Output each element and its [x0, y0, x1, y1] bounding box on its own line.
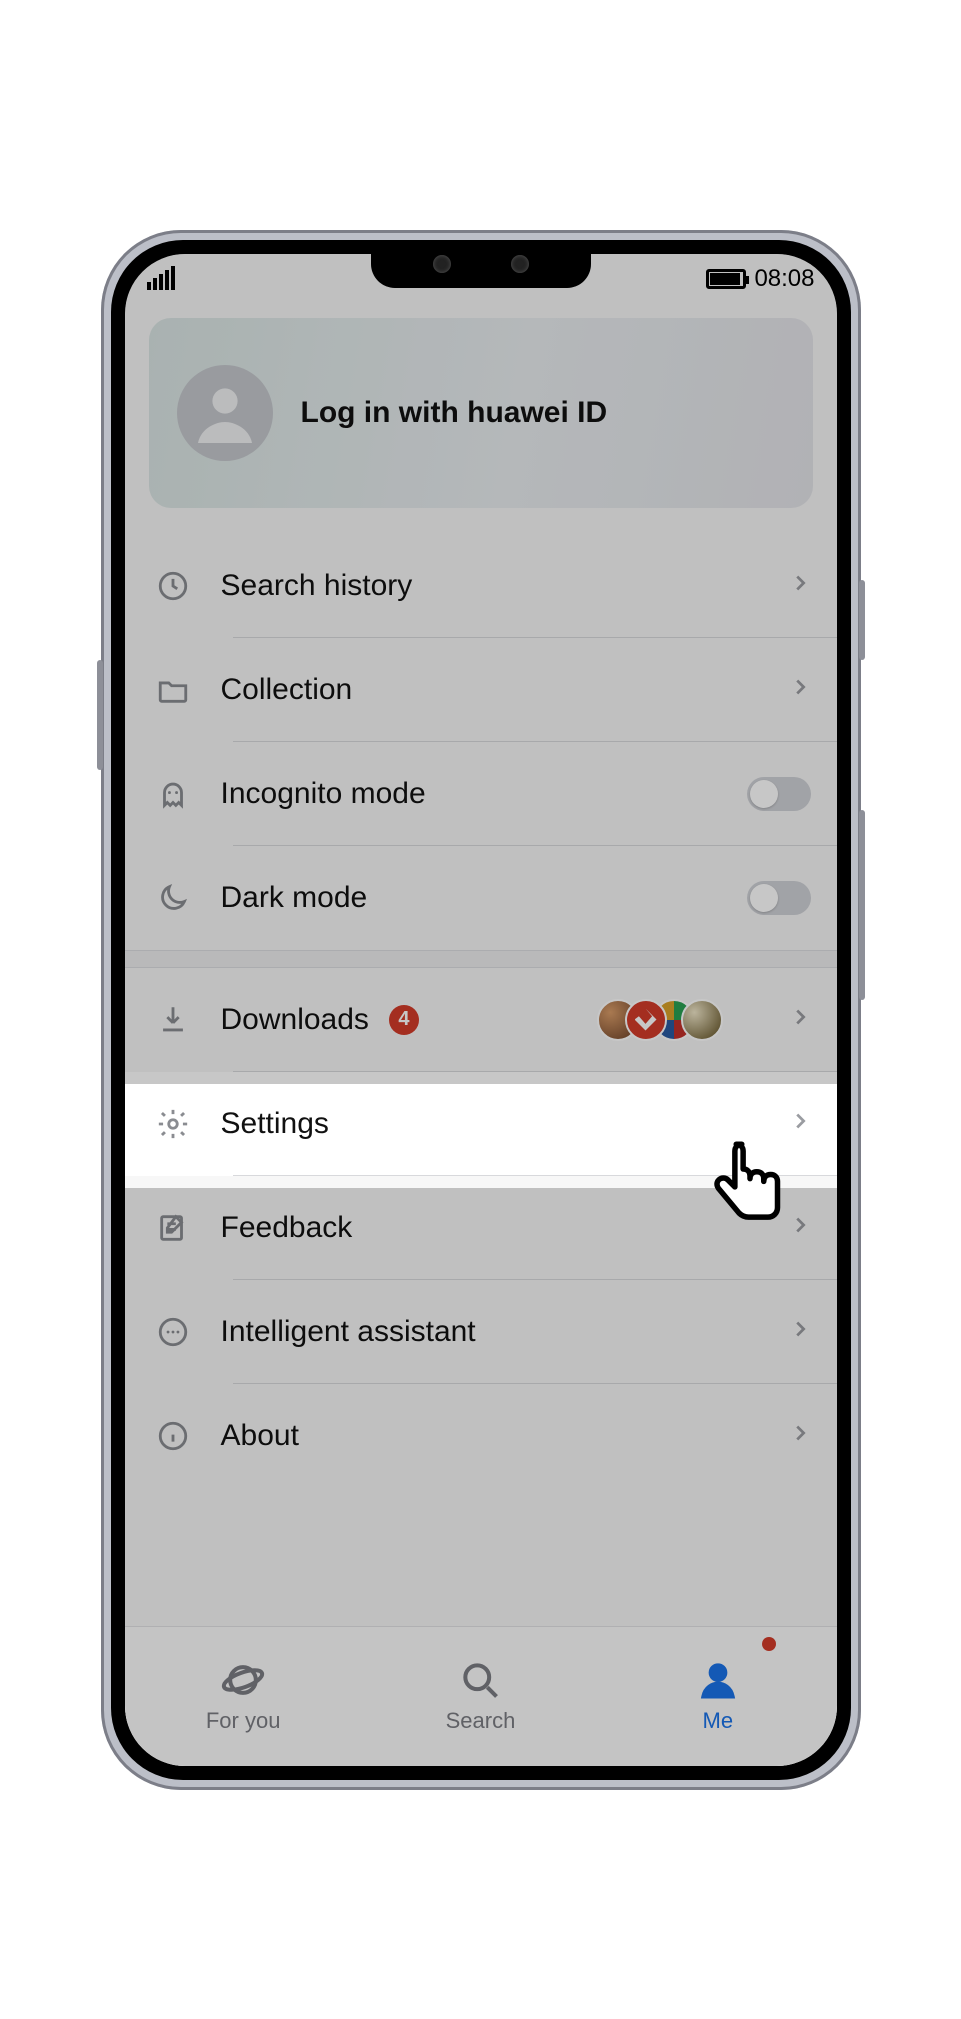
thumb-icon — [625, 999, 667, 1041]
battery-icon — [706, 269, 746, 289]
row-downloads[interactable]: Downloads 4 — [125, 968, 837, 1072]
chevron-right-icon — [789, 572, 811, 599]
row-label: Incognito mode — [221, 777, 721, 811]
section-divider — [125, 950, 837, 968]
phone-bezel: 08:08 Log in with huawei ID — [111, 240, 851, 1780]
row-search-history[interactable]: Search history — [125, 534, 837, 638]
row-label: Dark mode — [221, 881, 721, 915]
row-feedback[interactable]: Feedback — [125, 1176, 837, 1280]
menu-list: Search history Collection — [125, 534, 837, 1488]
front-camera-icon — [433, 255, 451, 273]
search-icon — [458, 1658, 502, 1702]
incognito-toggle[interactable] — [747, 777, 811, 811]
row-incognito[interactable]: Incognito mode — [125, 742, 837, 846]
row-label: Downloads — [221, 1003, 369, 1037]
download-thumbnails — [597, 999, 723, 1041]
person-icon — [696, 1658, 740, 1702]
chevron-right-icon — [789, 1318, 811, 1345]
row-label: Collection — [221, 673, 763, 707]
chevron-right-icon — [789, 1422, 811, 1449]
planet-icon — [221, 1658, 265, 1702]
row-label: Search history — [221, 569, 763, 603]
volume-button — [859, 810, 865, 1000]
row-settings[interactable]: Settings — [125, 1072, 837, 1176]
avatar-icon — [177, 365, 273, 461]
phone-frame: 08:08 Log in with huawei ID — [101, 230, 861, 1790]
ghost-icon — [151, 777, 195, 811]
download-icon — [151, 1003, 195, 1037]
tab-me[interactable]: Me — [599, 1627, 836, 1766]
chat-icon — [151, 1315, 195, 1349]
row-label: Feedback — [221, 1211, 763, 1245]
row-intelligent-assistant[interactable]: Intelligent assistant — [125, 1280, 837, 1384]
side-button-1 — [859, 580, 865, 660]
folder-icon — [151, 673, 195, 707]
login-card[interactable]: Log in with huawei ID — [149, 318, 813, 508]
tab-label: Search — [446, 1708, 516, 1734]
notch — [371, 240, 591, 288]
row-about[interactable]: About — [125, 1384, 837, 1488]
thumb-icon — [681, 999, 723, 1041]
row-label: About — [221, 1419, 763, 1453]
chevron-right-icon — [789, 676, 811, 703]
signal-icon — [147, 268, 175, 290]
notification-dot-icon — [762, 1637, 776, 1651]
row-dark-mode[interactable]: Dark mode — [125, 846, 837, 950]
chevron-right-icon — [789, 1214, 811, 1241]
screen: 08:08 Log in with huawei ID — [125, 254, 837, 1766]
power-button — [97, 660, 103, 770]
front-camera-icon — [511, 255, 529, 273]
clock-icon — [151, 569, 195, 603]
info-icon — [151, 1419, 195, 1453]
gear-icon — [151, 1107, 195, 1141]
row-label: Intelligent assistant — [221, 1315, 763, 1349]
row-label: Settings — [221, 1107, 763, 1141]
bottom-nav: For you Search Me — [125, 1626, 837, 1766]
tab-for-you[interactable]: For you — [125, 1627, 362, 1766]
login-label: Log in with huawei ID — [301, 396, 608, 430]
tab-label: For you — [206, 1708, 281, 1734]
chevron-right-icon — [789, 1110, 811, 1137]
tab-label: Me — [703, 1708, 734, 1734]
status-time: 08:08 — [754, 265, 814, 293]
row-collection[interactable]: Collection — [125, 638, 837, 742]
moon-icon — [151, 881, 195, 915]
downloads-badge: 4 — [389, 1005, 419, 1035]
dark-mode-toggle[interactable] — [747, 881, 811, 915]
feedback-icon — [151, 1211, 195, 1245]
chevron-right-icon — [789, 1006, 811, 1033]
tab-search[interactable]: Search — [362, 1627, 599, 1766]
